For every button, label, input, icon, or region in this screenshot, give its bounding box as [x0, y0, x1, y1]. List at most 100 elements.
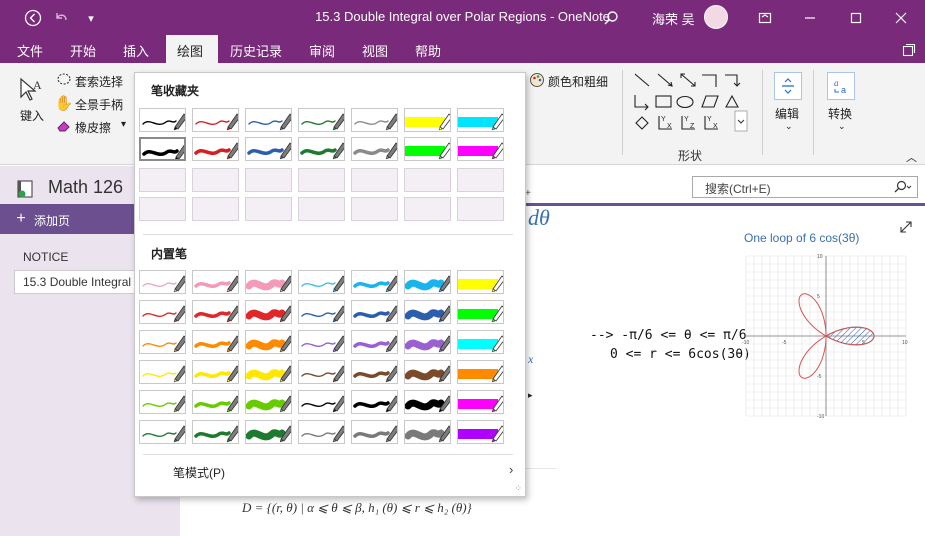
empty-pen-slot[interactable] [139, 168, 186, 192]
resize-grip-icon[interactable]: ⁘ [514, 483, 522, 494]
pen-swatch[interactable] [404, 137, 451, 161]
pen-swatch[interactable] [404, 330, 451, 354]
convert-dropdown-icon[interactable]: ⌄ [838, 121, 846, 132]
pen-swatch[interactable] [404, 390, 451, 414]
empty-pen-slot[interactable] [351, 197, 398, 221]
empty-pen-slot[interactable] [298, 168, 345, 192]
pen-swatch[interactable] [245, 360, 292, 384]
tab-file[interactable]: 文件 [17, 41, 43, 60]
pen-swatch[interactable] [457, 137, 504, 161]
pen-swatch[interactable] [298, 360, 345, 384]
chevron-right-icon[interactable]: › [509, 462, 513, 477]
pen-swatch[interactable] [245, 270, 292, 294]
empty-pen-slot[interactable] [457, 197, 504, 221]
region-formula[interactable]: D = {(r, θ) | α ⩽ θ ⩽ β, h₁ (θ) ⩽ r ⩽ h₂… [242, 500, 472, 516]
pen-swatch[interactable] [298, 270, 345, 294]
pen-swatch[interactable] [404, 420, 451, 444]
pen-swatch[interactable] [192, 360, 239, 384]
pen-swatch[interactable] [192, 390, 239, 414]
tab-view[interactable]: 视图 [362, 41, 388, 60]
close-icon[interactable] [888, 5, 914, 31]
pen-swatch[interactable] [192, 137, 239, 161]
empty-pen-slot[interactable] [192, 168, 239, 192]
minimize-icon[interactable] [797, 5, 823, 31]
pen-swatch[interactable] [245, 420, 292, 444]
empty-pen-slot[interactable] [457, 168, 504, 192]
pen-swatch[interactable] [245, 137, 292, 161]
pen-swatch[interactable] [404, 360, 451, 384]
pen-swatch[interactable] [298, 330, 345, 354]
pen-swatch[interactable] [298, 300, 345, 324]
type-label[interactable]: 键入 [20, 107, 44, 124]
notebook-title[interactable]: Math 126 [48, 177, 123, 198]
pen-swatch[interactable] [139, 137, 186, 161]
shapes-gallery[interactable]: YX YZ YX [632, 71, 750, 133]
color-thickness-button[interactable]: 颜色和粗细 [548, 73, 608, 90]
pen-swatch[interactable] [139, 360, 186, 384]
collapse-ribbon-icon[interactable]: ︿ [906, 149, 917, 165]
pen-swatch[interactable] [351, 137, 398, 161]
convert-button[interactable]: 转换 [828, 105, 852, 122]
pen-swatch[interactable] [457, 420, 504, 444]
eraser-button[interactable]: 橡皮擦 [75, 119, 111, 136]
eraser-dropdown-icon[interactable]: ▾ [121, 119, 126, 130]
search-input[interactable]: 搜索(Ctrl+E) [692, 176, 918, 198]
pen-swatch[interactable] [351, 300, 398, 324]
pen-swatch[interactable] [298, 420, 345, 444]
pen-swatch[interactable] [192, 270, 239, 294]
panning-hand-button[interactable]: 全景手柄 [75, 96, 123, 113]
search-scope-icon[interactable] [890, 176, 916, 198]
type-mode-icon[interactable]: A [16, 74, 46, 104]
note-line-1[interactable]: --> -π/6 <= θ <= π/6 [590, 328, 747, 343]
pen-swatch[interactable] [192, 420, 239, 444]
edit-button[interactable]: 编辑 [775, 105, 799, 122]
search-icon[interactable] [598, 5, 624, 31]
pen-swatch[interactable] [351, 390, 398, 414]
edit-dropdown-icon[interactable]: ⌄ [785, 121, 793, 132]
pen-swatch[interactable] [351, 270, 398, 294]
pen-swatch[interactable] [245, 390, 292, 414]
pen-swatch[interactable] [245, 108, 292, 132]
pen-swatch[interactable] [245, 330, 292, 354]
pen-swatch[interactable] [298, 390, 345, 414]
full-screen-icon[interactable] [752, 5, 778, 31]
empty-pen-slot[interactable] [245, 197, 292, 221]
pen-swatch[interactable] [139, 390, 186, 414]
pen-swatch[interactable] [457, 108, 504, 132]
pen-swatch[interactable] [404, 108, 451, 132]
pen-mode-button[interactable]: 笔模式(P) [173, 464, 225, 481]
pen-swatch[interactable] [139, 300, 186, 324]
empty-pen-slot[interactable] [139, 197, 186, 221]
empty-pen-slot[interactable] [404, 168, 451, 192]
tab-home[interactable]: 开始 [70, 41, 96, 60]
empty-pen-slot[interactable] [245, 168, 292, 192]
pen-swatch[interactable] [192, 300, 239, 324]
pen-swatch[interactable] [457, 330, 504, 354]
pen-swatch[interactable] [351, 420, 398, 444]
pen-swatch[interactable] [404, 270, 451, 294]
tab-review[interactable]: 审阅 [309, 41, 335, 60]
pen-swatch[interactable] [139, 270, 186, 294]
expand-icon[interactable] [893, 217, 919, 237]
user-name[interactable]: 海荣 吴 [652, 9, 695, 28]
empty-pen-slot[interactable] [404, 197, 451, 221]
tab-help[interactable]: 帮助 [415, 41, 441, 60]
pen-swatch[interactable] [457, 390, 504, 414]
pen-swatch[interactable] [457, 270, 504, 294]
pen-swatch[interactable] [351, 330, 398, 354]
pen-swatch[interactable] [351, 360, 398, 384]
empty-pen-slot[interactable] [351, 168, 398, 192]
pen-swatch[interactable] [298, 108, 345, 132]
lasso-select-button[interactable]: 套索选择 [75, 73, 123, 90]
polar-graph[interactable]: -10-10-5-5551010 [741, 250, 911, 422]
pen-swatch[interactable] [404, 300, 451, 324]
pen-swatch[interactable] [139, 108, 186, 132]
pen-swatch[interactable] [298, 137, 345, 161]
section-label[interactable]: NOTICE [23, 250, 68, 264]
note-line-2[interactable]: 0 <= r <= 6cos(3θ) [610, 347, 751, 362]
pen-swatch[interactable] [245, 300, 292, 324]
avatar[interactable] [704, 5, 728, 29]
share-icon[interactable] [896, 37, 922, 63]
pen-swatch[interactable] [192, 330, 239, 354]
pen-swatch[interactable] [139, 420, 186, 444]
